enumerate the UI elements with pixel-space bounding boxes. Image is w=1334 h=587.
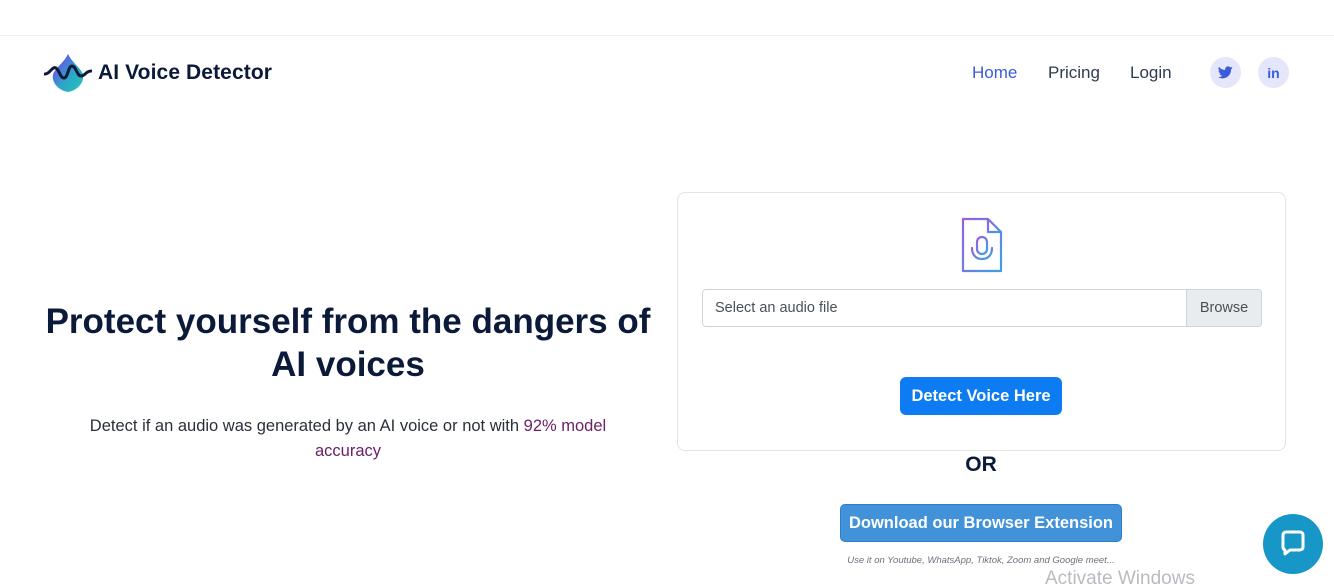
extension-note: Use it on Youtube, WhatsApp, Tiktok, Zoo… [847, 555, 1115, 566]
waveform-drop-logo-icon [44, 54, 92, 92]
brand-name: AI Voice Detector [98, 61, 273, 84]
brand[interactable]: AI Voice Detector [44, 52, 272, 94]
audio-file-icon [961, 217, 1003, 273]
nav-home[interactable]: Home [972, 63, 1017, 83]
chat-bubble-icon [1281, 530, 1305, 556]
linkedin-link[interactable]: in [1258, 57, 1289, 88]
browse-button[interactable]: Browse [1186, 290, 1261, 326]
top-divider [0, 35, 1334, 36]
linkedin-icon: in [1267, 64, 1280, 81]
twitter-link[interactable] [1210, 57, 1241, 88]
audio-file-input[interactable]: Select an audio file Browse [702, 289, 1262, 327]
activate-windows-watermark: Activate Windows [1045, 568, 1195, 587]
or-separator: OR [965, 453, 997, 476]
hero-subtitle-text: Detect if an audio was generated by an A… [89, 417, 524, 435]
chat-widget-button[interactable] [1263, 514, 1323, 574]
hero-subtitle: Detect if an audio was generated by an A… [60, 414, 636, 464]
hero-title: Protect yourself from the dangers of AI … [45, 302, 651, 384]
file-input-placeholder: Select an audio file [715, 300, 838, 316]
nav-login[interactable]: Login [1130, 63, 1172, 83]
detect-voice-button[interactable]: Detect Voice Here [900, 377, 1062, 415]
twitter-icon [1218, 66, 1233, 79]
upload-card: Select an audio file Browse Detect Voice… [677, 192, 1286, 451]
nav-pricing[interactable]: Pricing [1048, 63, 1100, 83]
download-extension-button[interactable]: Download our Browser Extension [840, 504, 1122, 542]
